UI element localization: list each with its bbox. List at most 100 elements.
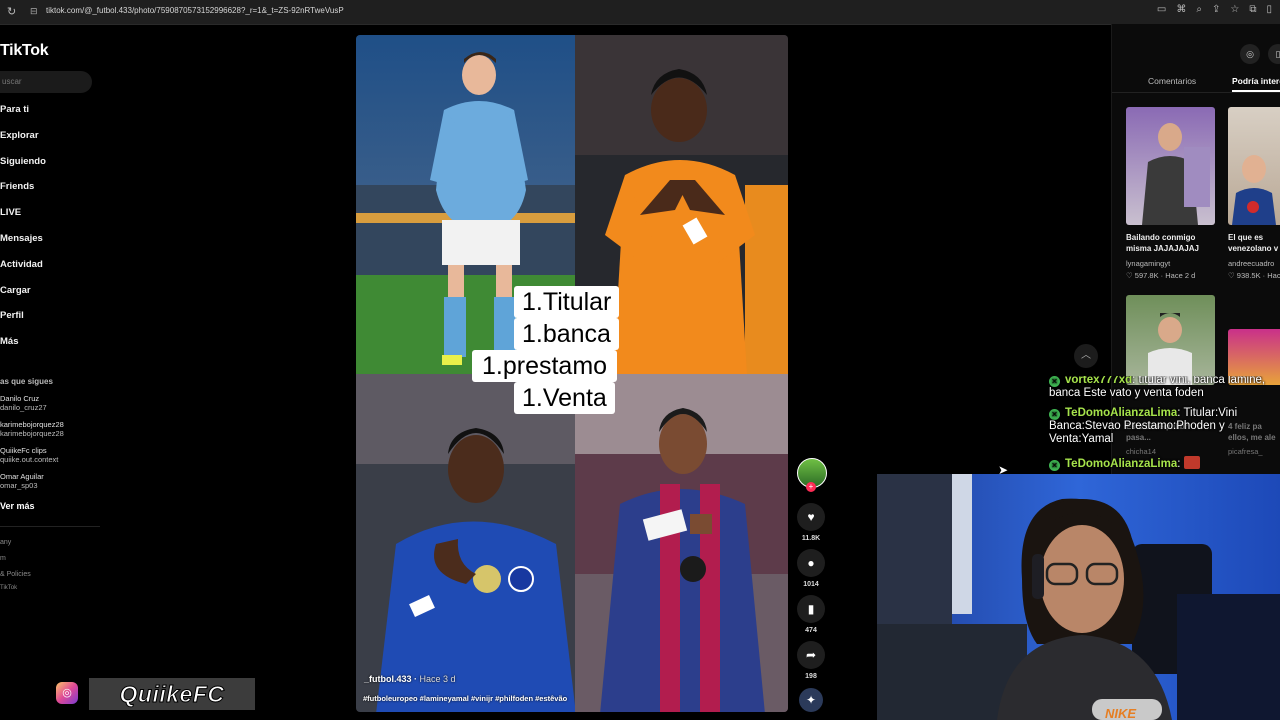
saves-count: 474 — [805, 627, 817, 634]
footer-link[interactable]: & Policies — [0, 571, 31, 578]
chat-username: TeDomoAlianzaLima — [1065, 458, 1178, 470]
suggested-video-stats: ♡ 938.5K · Hace — [1228, 271, 1280, 280]
panel-tabs: Comentarios Podría intere — [1112, 74, 1280, 93]
post-hashtags[interactable]: #futboleuropeo #lamineyamal #vinijr #phi… — [363, 694, 567, 703]
chat-emote-icon — [1183, 456, 1200, 469]
sidepanel-icon[interactable]: ▯ — [1266, 4, 1272, 15]
music-disc-icon[interactable]: ✦ — [799, 688, 823, 712]
suggested-video-title-line2[interactable]: venezolano v — [1228, 244, 1278, 254]
following-handle: quiike.out.context — [0, 455, 59, 464]
chat-username: vortex777xd — [1065, 376, 1133, 386]
post-author[interactable]: _futbol.433 · Hace 3 d — [364, 674, 456, 684]
footer-copyright: TikTok — [0, 585, 18, 591]
following-name: Omar Aguilar — [0, 472, 44, 481]
chat-badge-icon: ✕ — [1049, 409, 1060, 420]
nav-item-live[interactable]: LIVE — [0, 207, 46, 233]
chevron-up-icon[interactable]: ︿ — [1074, 344, 1098, 368]
zoom-icon[interactable]: ⌕ — [1196, 4, 1202, 15]
nav-item-perfil[interactable]: Perfil — [0, 310, 46, 336]
nav-item-cargar[interactable]: Cargar — [0, 285, 46, 311]
overlay-line-prestamo: 1.prestamo — [472, 350, 618, 382]
instagram-icon: ◎ — [56, 682, 78, 704]
shirt-logo-text: NIKE — [1105, 706, 1137, 720]
panel-top-icons: ◎ ▯ — [1240, 44, 1280, 64]
left-sidebar: TikTok uscar Para ti Explorar Siguiendo … — [0, 24, 110, 720]
share-icon[interactable]: ➦ — [797, 641, 825, 669]
extensions-icon[interactable]: ⧉ — [1249, 4, 1256, 15]
post-author-handle[interactable]: _futbol.433 — [364, 674, 412, 684]
chat-badge-icon: ✕ — [1049, 460, 1060, 471]
following-name: karimebojorquez28 — [0, 420, 64, 429]
suggested-video-title-line2[interactable]: misma JAJAJAJAJ — [1126, 244, 1199, 254]
site-info-icon[interactable]: ⊟ — [30, 6, 38, 17]
nav-item-mensajes[interactable]: Mensajes — [0, 233, 46, 259]
following-account[interactable]: QuiikeFc clips quiike.out.context — [0, 446, 108, 464]
nav-divider — [0, 526, 100, 527]
streamer-name: QuiikeFC — [119, 681, 225, 708]
chat-username: TeDomoAlianzaLima — [1065, 407, 1178, 419]
bookmark-star-icon[interactable]: ☆ — [1230, 4, 1239, 15]
follow-plus-icon[interactable]: + — [806, 482, 816, 492]
nav-list: Para ti Explorar Siguiendo Friends LIVE … — [0, 104, 46, 362]
overlay-line-banca: 1.banca — [514, 318, 619, 350]
tiktok-logo[interactable]: TikTok — [0, 42, 49, 60]
streamer-webcam: NIKE — [877, 474, 1280, 720]
tab-might-like[interactable]: Podría intere — [1232, 76, 1280, 86]
suggested-video-thumbnail[interactable] — [1228, 107, 1280, 225]
footer-link[interactable]: any — [0, 539, 11, 546]
screen-share-icon[interactable]: ▭ — [1157, 4, 1166, 15]
suggested-video-thumbnail[interactable] — [1126, 295, 1215, 385]
following-account[interactable]: karimebojorquez28 karimebojorquez28 — [0, 420, 108, 438]
translate-icon[interactable]: ⌘ — [1176, 4, 1186, 15]
following-account[interactable]: Omar Aguilar omar_sp03 — [0, 472, 108, 490]
device-icon[interactable]: ▯ — [1268, 44, 1280, 64]
suggested-video-author[interactable]: lynagamingyt — [1126, 259, 1170, 268]
see-more-link[interactable]: Ver más — [0, 501, 35, 511]
reload-icon[interactable]: ↻ — [7, 5, 16, 18]
following-name: Danilo Cruz — [0, 394, 40, 403]
likes-count: 11.8K — [801, 535, 821, 542]
nav-item-mas[interactable]: Más — [0, 336, 46, 362]
nav-item-para-ti[interactable]: Para ti — [0, 104, 46, 130]
nav-item-siguiendo[interactable]: Siguiendo — [0, 156, 46, 182]
search-input[interactable]: uscar — [0, 71, 92, 93]
search-placeholder: uscar — [2, 77, 22, 86]
suggested-video-title[interactable]: El que es — [1228, 233, 1263, 243]
chat-message: ✕ vortex777xd: titular vini, banca lamine… — [1049, 376, 1266, 399]
following-handle: omar_sp03 — [0, 481, 38, 490]
post-time: Hace 3 d — [419, 674, 456, 684]
following-account[interactable]: Danilo Cruz danilo_cruz27 — [0, 394, 108, 412]
shares-count: 198 — [805, 673, 817, 680]
share-page-icon[interactable]: ⇪ — [1212, 4, 1220, 15]
suggested-video-thumbnail[interactable] — [1126, 107, 1215, 225]
comments-count: 1014 — [803, 581, 819, 588]
active-tab-indicator — [1232, 90, 1280, 92]
browser-toolbar-icons: ▭ ⌘ ⌕ ⇪ ☆ ⧉ ▯ — [1157, 4, 1272, 15]
footer-link[interactable]: m — [0, 555, 6, 562]
chat-badge-icon: ✕ — [1049, 376, 1060, 387]
suggested-video-author[interactable]: andreecuadro — [1228, 259, 1274, 268]
url-text[interactable]: tiktok.com/@_futbol.433/photo/7590870573… — [46, 6, 344, 15]
suggested-video-title[interactable]: Bailando conmigo — [1126, 233, 1195, 243]
following-handle: danilo_cruz27 — [0, 403, 47, 412]
nav-item-friends[interactable]: Friends — [0, 181, 46, 207]
overlay-line-venta: 1.Venta — [514, 382, 615, 414]
suggested-video-stats: ♡ 597.8K · Hace 2 d — [1126, 271, 1196, 280]
stream-chat-overlay: ✕ vortex777xd: titular vini, banca lamine… — [1047, 376, 1280, 474]
comment-icon[interactable]: ● — [797, 549, 825, 577]
compass-icon[interactable]: ◎ — [1240, 44, 1260, 64]
browser-address-bar: ↻ ⊟ tiktok.com/@_futbol.433/photo/759087… — [0, 0, 1280, 25]
chat-message: ✕ TeDomoAlianzaLima: Titular:Vini Banca:S… — [1049, 407, 1238, 445]
photo-tile-barca-player — [575, 374, 788, 712]
nav-item-explorar[interactable]: Explorar — [0, 130, 46, 156]
following-accounts-title: as que sigues — [0, 377, 53, 386]
heart-icon[interactable]: ♥ — [797, 503, 825, 531]
nav-item-actividad[interactable]: Actividad — [0, 259, 46, 285]
following-handle: karimebojorquez28 — [0, 429, 64, 438]
bookmark-icon[interactable]: ▮ — [797, 595, 825, 623]
following-name: QuiikeFc clips — [0, 446, 47, 455]
photo-tile-chelsea-player — [356, 374, 575, 712]
tab-comments[interactable]: Comentarios — [1148, 76, 1196, 86]
streamer-nameplate: QuiikeFC — [89, 678, 255, 710]
photo-post[interactable]: 1.Titular 1.banca 1.prestamo 1.Venta _fu… — [356, 35, 788, 712]
